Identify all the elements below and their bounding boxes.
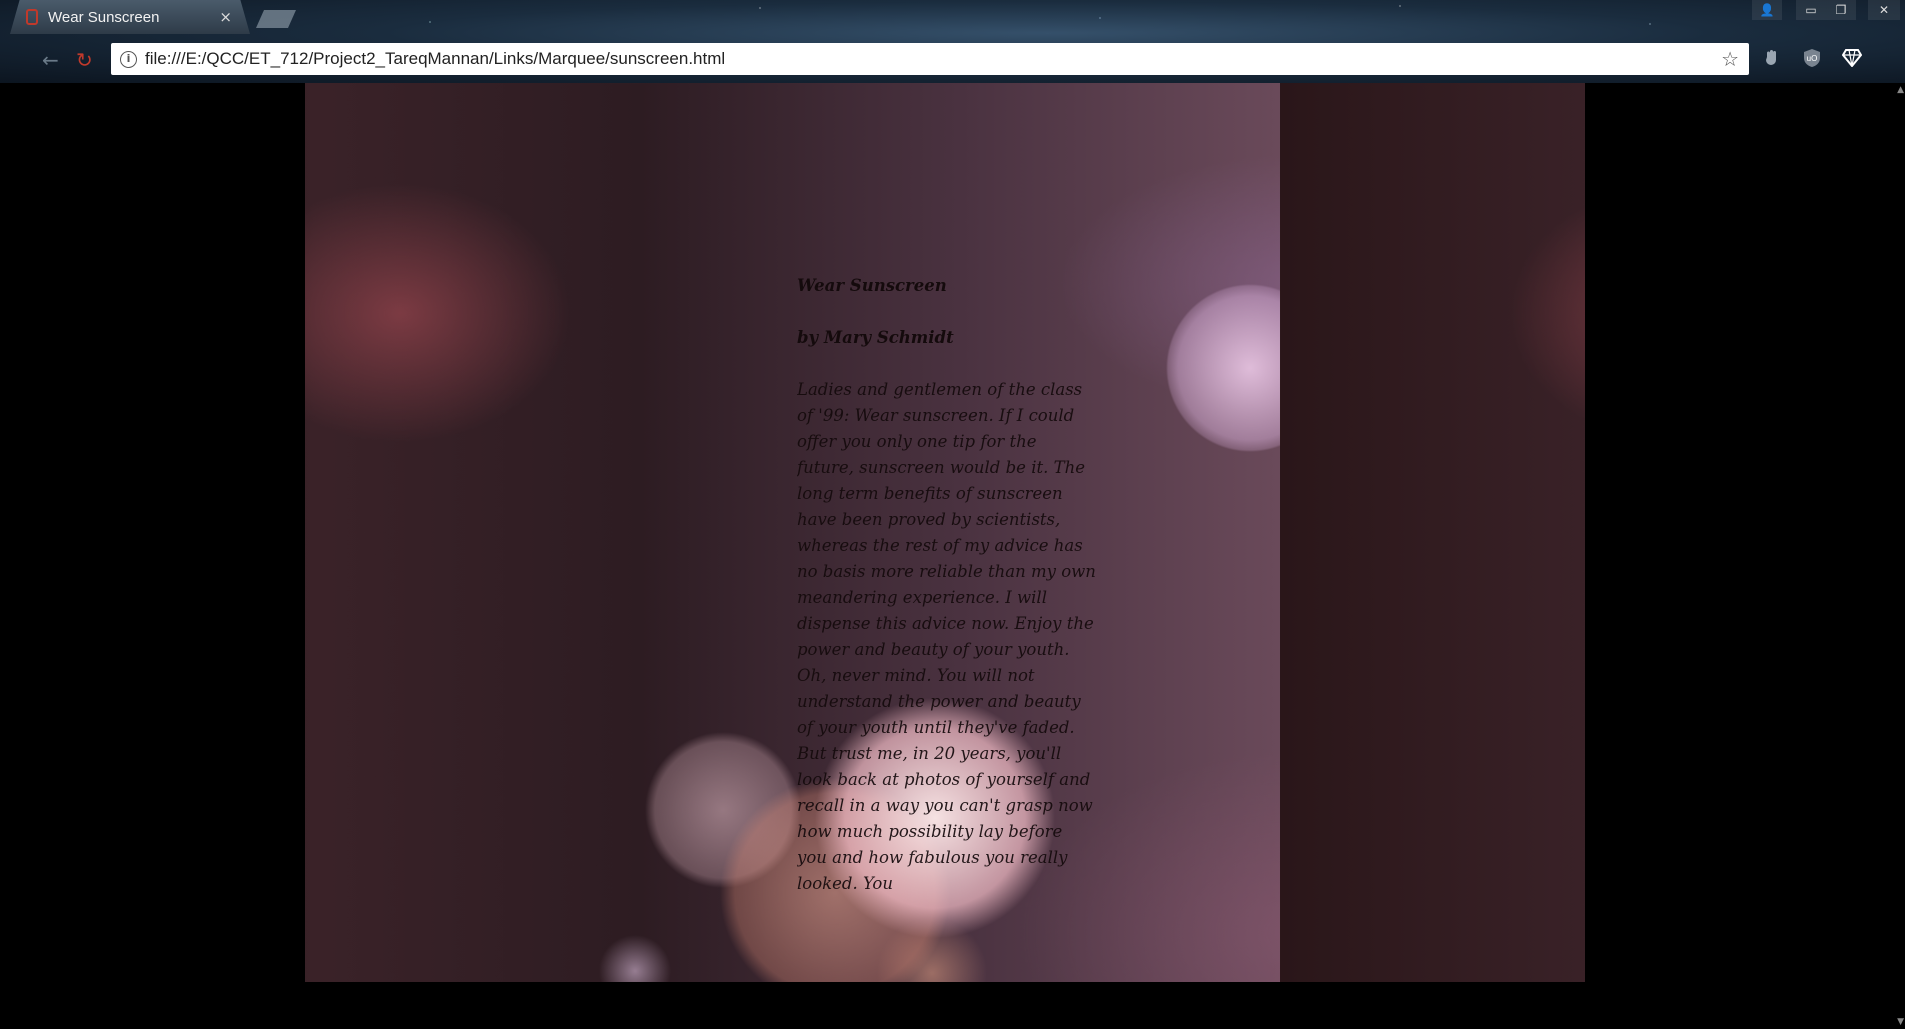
diamond-extension-icon[interactable]	[1842, 48, 1862, 68]
address-bar[interactable]: i file:///E:/QCC/ET_712/Project2_TareqMa…	[111, 43, 1749, 75]
scroll-up-arrow-icon[interactable]: ▲	[1897, 85, 1904, 95]
close-window-icon[interactable]: ✕	[1868, 0, 1900, 20]
scroll-down-arrow-icon[interactable]: ▼	[1897, 1017, 1904, 1027]
svg-text:uO: uO	[1807, 54, 1818, 63]
poem-author: by Mary Schmidt	[797, 328, 954, 347]
new-tab-button[interactable]	[256, 10, 296, 28]
restore-icon[interactable]: ❐	[1826, 0, 1856, 20]
tab-close-icon[interactable]: ×	[219, 8, 232, 26]
vertical-scrollbar[interactable]: ▲ ▼	[1895, 83, 1905, 1029]
minimize-icon[interactable]: ▭	[1796, 0, 1826, 20]
url-text[interactable]: file:///E:/QCC/ET_712/Project2_TareqMann…	[145, 49, 725, 69]
browser-chrome: Wear Sunscreen × 👤 ▭ ❐ ✕ ← ↻ i file:///E…	[0, 0, 1905, 83]
extension-hand-icon[interactable]	[1762, 48, 1782, 68]
back-arrow-icon[interactable]: ←	[42, 48, 59, 72]
poem-title: Wear Sunscreen	[797, 276, 947, 295]
tab-favicon-icon	[26, 9, 38, 25]
marquee-poem: Wear Sunscreen by Mary Schmidt Ladies an…	[797, 273, 1097, 918]
user-icon[interactable]: 👤	[1752, 0, 1782, 20]
bookmark-star-icon[interactable]: ☆	[1721, 47, 1739, 71]
page-viewport: Wear Sunscreen by Mary Schmidt Ladies an…	[0, 83, 1905, 1029]
browser-tab[interactable]: Wear Sunscreen ×	[10, 0, 250, 34]
ublock-shield-icon[interactable]: uO	[1802, 48, 1822, 68]
poem-body: Ladies and gentlemen of the class of '99…	[797, 380, 1096, 893]
info-icon[interactable]: i	[120, 50, 137, 68]
reload-icon[interactable]: ↻	[76, 48, 93, 72]
browser-toolbar: ← ↻ i file:///E:/QCC/ET_712/Project2_Tar…	[0, 40, 1905, 80]
tab-title: Wear Sunscreen	[48, 8, 160, 26]
